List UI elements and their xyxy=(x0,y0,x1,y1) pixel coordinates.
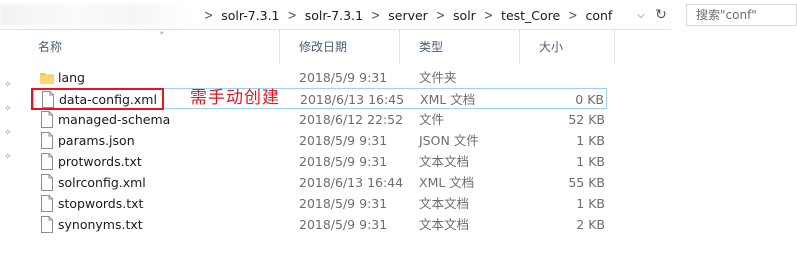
file-date: 2018/6/13 16:45 xyxy=(300,92,405,107)
file-type: XML 文档 xyxy=(420,92,476,107)
file-type: 文本文档 xyxy=(419,196,470,211)
file-name: stopwords.txt xyxy=(58,196,144,211)
pin-icon[interactable]: ✧ xyxy=(4,128,14,138)
column-header-type[interactable]: 类型 xyxy=(400,30,520,64)
file-date: 2018/5/9 9:31 xyxy=(299,70,388,85)
file-icon xyxy=(40,153,54,170)
column-header-name[interactable]: 名称 xyxy=(20,30,280,64)
file-size: 1 KB xyxy=(576,133,605,148)
annotation-text: 需手动创建 xyxy=(190,88,280,108)
file-size: 1 KB xyxy=(576,196,605,211)
file-name: protwords.txt xyxy=(58,154,142,169)
search-input[interactable]: 搜索"conf" xyxy=(686,4,797,26)
folder-icon xyxy=(40,69,54,86)
chevron-right-icon: > xyxy=(435,7,446,23)
file-name: params.json xyxy=(58,133,135,148)
column-header-date[interactable]: 修改日期 xyxy=(280,30,400,64)
column-header-size[interactable]: 大小 xyxy=(520,30,615,64)
breadcrumb-item[interactable]: solr-7.3.1 xyxy=(221,8,279,23)
file-date: 2018/5/9 9:31 xyxy=(299,133,388,148)
file-size: 52 KB xyxy=(568,112,605,127)
file-type: 文本文档 xyxy=(419,154,470,169)
annotation-highlight-box xyxy=(31,88,164,110)
address-bar[interactable]: > solr-7.3.1 > solr-7.3.1 > server > sol… xyxy=(0,0,671,30)
file-type: 文件 xyxy=(419,112,445,127)
file-size: 55 KB xyxy=(568,175,605,190)
chevron-right-icon: > xyxy=(371,7,381,23)
chevron-right-icon: > xyxy=(287,7,297,23)
file-size: 2 KB xyxy=(576,217,605,232)
chevron-right-icon: > xyxy=(204,7,214,23)
file-icon xyxy=(40,132,54,149)
pin-icon[interactable]: ✧ xyxy=(4,152,14,162)
file-type: 文本文档 xyxy=(419,217,470,232)
chevron-down-icon[interactable]: ⌵ xyxy=(633,0,649,30)
blurred-path-segment xyxy=(0,4,190,26)
file-date: 2018/5/9 9:31 xyxy=(299,217,388,232)
file-date: 2018/5/9 9:31 xyxy=(299,196,388,211)
file-size: 1 KB xyxy=(576,154,605,169)
breadcrumb-item[interactable]: conf xyxy=(585,8,612,23)
refresh-icon[interactable]: ↻ xyxy=(652,0,670,30)
file-date: 2018/5/9 9:31 xyxy=(299,154,388,169)
file-date: 2018/6/13 16:44 xyxy=(299,175,404,190)
pin-icon[interactable]: ✧ xyxy=(4,80,14,90)
file-row[interactable]: lang 2018/5/9 9:31 文件夹 xyxy=(33,67,607,88)
file-row[interactable]: protwords.txt 2018/5/9 9:31 文本文档 1 KB xyxy=(33,151,607,172)
breadcrumb: > solr-7.3.1 > solr-7.3.1 > server > sol… xyxy=(196,0,612,30)
file-name: synonyms.txt xyxy=(58,217,143,232)
file-icon xyxy=(40,216,54,233)
breadcrumb-item[interactable]: test_Core xyxy=(501,8,560,23)
file-type: XML 文档 xyxy=(419,175,475,190)
file-row[interactable]: managed-schema 2018/6/12 22:52 文件 52 KB xyxy=(33,109,607,130)
breadcrumb-item[interactable]: server xyxy=(388,8,428,23)
file-row[interactable]: params.json 2018/5/9 9:31 JSON 文件 1 KB xyxy=(33,130,607,151)
file-row[interactable]: stopwords.txt 2018/5/9 9:31 文本文档 1 KB xyxy=(33,193,607,214)
column-header-row: ˄ 名称 修改日期 类型 大小 xyxy=(20,30,615,64)
file-size: 0 KB xyxy=(575,92,604,107)
file-name: solrconfig.xml xyxy=(58,175,146,190)
file-date: 2018/6/12 22:52 xyxy=(299,112,404,127)
breadcrumb-item[interactable]: solr xyxy=(453,8,476,23)
pin-icon[interactable]: ✧ xyxy=(4,104,14,114)
file-type: JSON 文件 xyxy=(419,133,479,148)
file-type: 文件夹 xyxy=(419,70,457,85)
file-row[interactable]: solrconfig.xml 2018/6/13 16:44 XML 文档 55 KB xyxy=(33,172,607,193)
chevron-right-icon: > xyxy=(568,7,578,23)
chevron-right-icon: > xyxy=(483,7,494,23)
file-icon xyxy=(40,174,54,191)
file-row[interactable]: synonyms.txt 2018/5/9 9:31 文本文档 2 KB xyxy=(33,214,607,235)
file-icon xyxy=(40,195,54,212)
file-icon xyxy=(40,111,54,128)
breadcrumb-item[interactable]: solr-7.3.1 xyxy=(305,8,363,23)
file-name: lang xyxy=(58,70,85,85)
file-name: managed-schema xyxy=(58,112,171,127)
